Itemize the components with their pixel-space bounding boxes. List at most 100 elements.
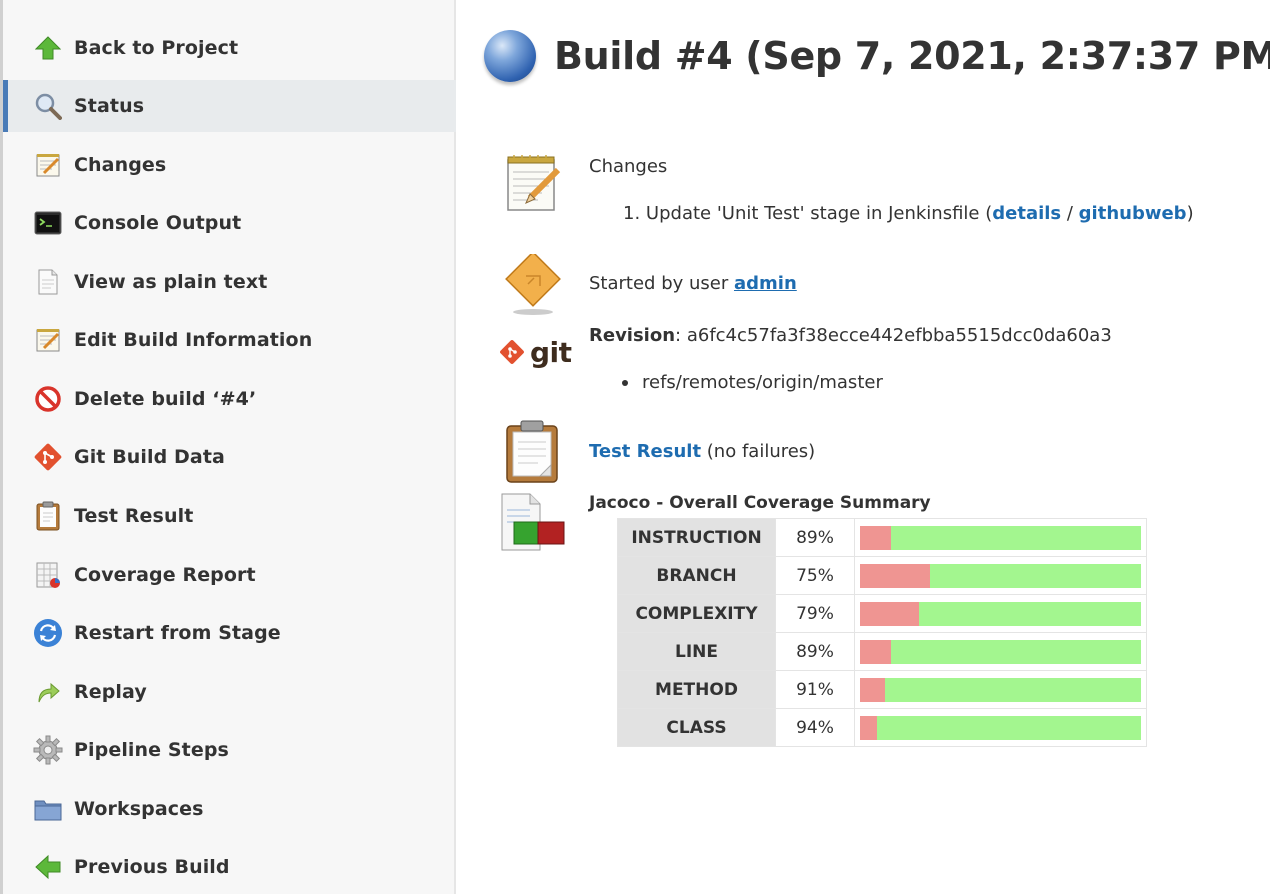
sidebar-item-console-output[interactable]: Console Output [3, 197, 456, 249]
coverage-row: CLASS 94% [617, 708, 1147, 747]
coverage-percent: 89% [775, 632, 855, 671]
sidebar-item-status[interactable]: Status [3, 80, 456, 132]
magnifier-icon [32, 90, 64, 122]
coverage-row: LINE 89% [617, 632, 1147, 671]
coverage-metric-name: INSTRUCTION [617, 518, 776, 557]
git-logo-text: git [530, 336, 572, 369]
terminal-icon [32, 207, 64, 239]
coverage-percent: 94% [775, 708, 855, 747]
coverage-bar-cell [854, 708, 1147, 747]
sidebar-item-view-as-plain-text[interactable]: View as plain text [3, 256, 456, 308]
sidebar-item-label: Git Build Data [74, 446, 225, 468]
coverage-bar-missed [860, 715, 877, 740]
no-entry-icon [32, 383, 64, 415]
main-content: Build #4 (Sep 7, 2021, 2:37:37 PM) Chang… [458, 0, 1270, 894]
sidebar-item-label: Status [74, 95, 145, 117]
sidebar-item-pipeline-steps[interactable]: Pipeline Steps [3, 724, 456, 776]
folder-icon [32, 793, 64, 825]
sidebar-item-label: Workspaces [74, 798, 204, 820]
replay-arrow-icon [32, 676, 64, 708]
sidebar-item-label: Coverage Report [74, 564, 256, 586]
test-result-line: Test Result (no failures) [589, 441, 815, 462]
test-result-summary: (no failures) [701, 441, 816, 462]
git-ref: refs/remotes/origin/master [622, 372, 883, 393]
change-githubweb-link[interactable]: githubweb [1079, 203, 1187, 224]
sidebar-item-changes[interactable]: Changes [3, 139, 456, 191]
coverage-bar [860, 563, 1141, 588]
build-header: Build #4 (Sep 7, 2021, 2:37:37 PM) [484, 30, 1270, 82]
change-number: 1. [623, 203, 641, 224]
coverage-bar [860, 601, 1141, 626]
change-message: Update 'Unit Test' stage in Jenkinsfile … [645, 203, 993, 224]
coverage-percent: 91% [775, 670, 855, 709]
left-arrow-icon [32, 851, 64, 883]
sidebar-item-label: Pipeline Steps [74, 739, 229, 761]
clipboard-icon [504, 420, 560, 488]
sidebar-item-test-result[interactable]: Test Result [3, 490, 456, 542]
sidebar-item-coverage-report[interactable]: Coverage Report [3, 549, 456, 601]
coverage-bar-cell [854, 594, 1147, 633]
coverage-percent: 75% [775, 556, 855, 595]
build-status-ball-icon [484, 30, 536, 82]
document-icon [32, 266, 64, 298]
test-result-link[interactable]: Test Result [589, 441, 701, 462]
coverage-bar [860, 677, 1141, 702]
change-separator: / [1061, 203, 1079, 224]
notepad-edit-icon [32, 324, 64, 356]
sidebar-item-label: Previous Build [74, 856, 230, 878]
coverage-percent: 79% [775, 594, 855, 633]
coverage-bar-missed [860, 639, 891, 664]
sidebar-item-restart-from-stage[interactable]: Restart from Stage [3, 607, 456, 659]
sidebar-item-replay[interactable]: Replay [3, 666, 456, 718]
coverage-row: COMPLEXITY 79% [617, 594, 1147, 633]
sidebar-item-label: Edit Build Information [74, 329, 313, 351]
sidebar-item-label: Console Output [74, 212, 242, 234]
change-entry: 1. Update 'Unit Test' stage in Jenkinsfi… [623, 203, 1194, 224]
sidebar-item-label: Back to Project [74, 37, 239, 59]
notepad-icon [32, 149, 64, 181]
sidebar-item-edit-build-information[interactable]: Edit Build Information [3, 314, 456, 366]
coverage-row: INSTRUCTION 89% [617, 518, 1147, 557]
revision-hash: a6fc4c57fa3f38ecce442efbba5515dcc0da60a3 [686, 325, 1112, 346]
coverage-bar [860, 639, 1141, 664]
sidebar-item-label: Test Result [74, 505, 194, 527]
revision-separator: : [675, 325, 687, 346]
coverage-table: INSTRUCTION 89% BRANCH 75% COMPLEXITY 79% LINE… [617, 518, 1147, 747]
changes-heading: Changes [589, 156, 668, 177]
sidebar-item-git-build-data[interactable]: Git Build Data [3, 431, 456, 483]
coverage-report-icon [32, 559, 64, 591]
coverage-bar-cell [854, 556, 1147, 595]
coverage-metric-name: METHOD [617, 670, 776, 709]
coverage-bar-cell [854, 632, 1147, 671]
sidebar-item-workspaces[interactable]: Workspaces [3, 783, 456, 835]
coverage-bar-cell [854, 518, 1147, 557]
coverage-metric-name: CLASS [617, 708, 776, 747]
sidebar-item-previous-build[interactable]: Previous Build [3, 841, 456, 893]
up-arrow-icon [32, 32, 64, 64]
page-title: Build #4 (Sep 7, 2021, 2:37:37 PM) [554, 34, 1270, 78]
coverage-percent: 89% [775, 518, 855, 557]
coverage-bar-missed [860, 525, 891, 550]
revision-label: Revision [589, 325, 676, 346]
coverage-bar-missed [860, 601, 919, 626]
started-by-user-link[interactable]: admin [734, 273, 797, 294]
coverage-bar-cell [854, 670, 1147, 709]
user-cause-icon [504, 251, 562, 320]
coverage-summary-icon [500, 492, 568, 556]
coverage-metric-name: BRANCH [617, 556, 776, 595]
change-close-paren: ) [1186, 203, 1194, 224]
sidebar-item-label: Delete build ‘#4’ [74, 388, 257, 410]
sidebar-item-delete-build[interactable]: Delete build ‘#4’ [3, 373, 456, 425]
gear-icon [32, 734, 64, 766]
coverage-row: BRANCH 75% [617, 556, 1147, 595]
sidebar-item-label: Restart from Stage [74, 622, 281, 644]
sidebar-item-back-to-project[interactable]: Back to Project [3, 22, 456, 74]
bullet-dot [622, 380, 628, 386]
coverage-row: METHOD 91% [617, 670, 1147, 709]
change-details-link[interactable]: details [992, 203, 1061, 224]
notepad-icon [502, 154, 562, 218]
coverage-metric-name: COMPLEXITY [617, 594, 776, 633]
coverage-bar [860, 715, 1141, 740]
coverage-heading: Jacoco - Overall Coverage Summary [589, 493, 931, 513]
restart-icon [32, 617, 64, 649]
